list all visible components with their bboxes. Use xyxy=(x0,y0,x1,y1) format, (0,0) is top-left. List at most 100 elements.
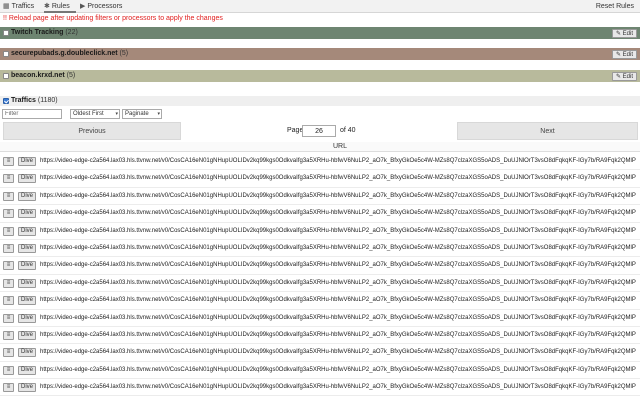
previous-page-button[interactable]: Previous xyxy=(3,122,181,140)
url-column-header: URL xyxy=(0,142,640,152)
rule-bar-krxd: beacon.krxd.net (5) ✎ Edit xyxy=(0,70,640,82)
row-menu-button[interactable]: ≡ xyxy=(3,226,14,236)
traffic-row: ≡ Dive https://video-edge-c2a564.lax03.hls… xyxy=(0,362,640,380)
row-menu-button[interactable]: ≡ xyxy=(3,313,14,323)
dive-button[interactable]: Dive xyxy=(18,261,36,271)
traffic-url[interactable]: https://video-edge-c2a564.lax03.hls.ttvn… xyxy=(40,275,638,292)
reset-rules-button[interactable]: Reset Rules xyxy=(596,0,634,13)
tab-processors[interactable]: ▶ Processors xyxy=(80,0,130,13)
dive-button[interactable]: Dive xyxy=(18,226,36,236)
row-menu-button[interactable]: ≡ xyxy=(3,243,14,253)
dive-button[interactable]: Dive xyxy=(18,383,36,393)
traffic-row: ≡ Dive https://video-edge-c2a564.lax03.hls… xyxy=(0,310,640,327)
dive-button[interactable]: Dive xyxy=(18,365,36,375)
paginate-value: Paginate xyxy=(125,111,149,117)
edit-button[interactable]: ✎ Edit xyxy=(611,72,637,81)
dive-button[interactable]: Dive xyxy=(18,191,36,201)
traffic-url[interactable]: https://video-edge-c2a564.lax03.hls.ttvn… xyxy=(40,257,638,274)
traffic-row: ≡ Dive https://video-edge-c2a564.lax03.hls… xyxy=(0,292,640,310)
dive-button[interactable]: Dive xyxy=(18,296,36,306)
page-total: of 40 xyxy=(340,127,356,134)
row-menu-button[interactable]: ≡ xyxy=(3,365,14,375)
rule-checkbox[interactable] xyxy=(3,51,9,57)
traffic-row: ≡ Dive https://video-edge-c2a564.lax03.hls… xyxy=(0,205,640,223)
row-menu-button[interactable]: ≡ xyxy=(3,383,14,393)
paginate-select[interactable]: Paginate ▾ xyxy=(122,109,162,119)
traffics-title: Traffics xyxy=(11,97,36,104)
gear-icon: ✱ xyxy=(44,3,50,10)
page-number-input[interactable] xyxy=(302,125,336,137)
row-menu-button[interactable]: ≡ xyxy=(3,330,14,340)
tab-label: Traffics xyxy=(11,3,35,10)
traffic-row: ≡ Dive https://video-edge-c2a564.lax03.hls… xyxy=(0,153,640,171)
traffic-url[interactable]: https://video-edge-c2a564.lax03.hls.ttvn… xyxy=(40,292,638,309)
traffic-list: ≡ Dive https://video-edge-c2a564.lax03.hls… xyxy=(0,153,640,397)
traffic-row: ≡ Dive https://video-edge-c2a564.lax03.hls… xyxy=(0,257,640,275)
traffic-url[interactable]: https://video-edge-c2a564.lax03.hls.ttvn… xyxy=(40,379,638,396)
dive-button[interactable]: Dive xyxy=(18,330,36,340)
traffics-header: Traffics (1180) xyxy=(0,96,640,106)
traffic-row: ≡ Dive https://video-edge-c2a564.lax03.hls… xyxy=(0,275,640,293)
row-menu-button[interactable]: ≡ xyxy=(3,174,14,184)
rule-checkbox[interactable] xyxy=(3,30,9,36)
sort-order-value: Oldest First xyxy=(73,111,104,117)
edit-button[interactable]: ✎ Edit xyxy=(611,29,637,38)
traffics-checkbox[interactable] xyxy=(3,98,9,104)
dive-button[interactable]: Dive xyxy=(18,348,36,358)
traffic-row: ≡ Dive https://video-edge-c2a564.lax03.hls… xyxy=(0,188,640,206)
traffics-count: (1180) xyxy=(37,97,58,104)
traffic-url[interactable]: https://video-edge-c2a564.lax03.hls.ttvn… xyxy=(40,240,638,257)
tab-label: Rules xyxy=(51,3,70,10)
chevron-down-icon: ▾ xyxy=(157,111,160,117)
rule-count: (5) xyxy=(66,72,76,79)
traffic-row: ≡ Dive https://video-edge-c2a564.lax03.hls… xyxy=(0,240,640,258)
rule-name: securepubads.g.doubleclick.net xyxy=(11,50,118,57)
row-menu-button[interactable]: ≡ xyxy=(3,296,14,306)
traffic-url[interactable]: https://video-edge-c2a564.lax03.hls.ttvn… xyxy=(40,188,638,205)
filter-input[interactable] xyxy=(2,109,62,119)
dive-button[interactable]: Dive xyxy=(18,174,36,184)
edit-button[interactable]: ✎ Edit xyxy=(611,50,637,59)
row-menu-button[interactable]: ≡ xyxy=(3,278,14,288)
traffic-url[interactable]: https://video-edge-c2a564.lax03.hls.ttvn… xyxy=(40,153,638,170)
rule-bar-twitch-tracking: Twitch Tracking (22) ✎ Edit xyxy=(0,27,640,39)
tab-traffics[interactable]: ▦ Traffics xyxy=(3,0,40,13)
play-icon: ▶ xyxy=(80,3,86,10)
rule-checkbox[interactable] xyxy=(3,73,9,79)
next-page-button[interactable]: Next xyxy=(457,122,638,140)
sort-order-select[interactable]: Oldest First ▾ xyxy=(70,109,120,119)
table-icon: ▦ xyxy=(3,3,10,10)
top-nav-bar: ▦ Traffics ✱ Rules ▶ Processors Reset Rules xyxy=(0,0,640,13)
page-label: Page xyxy=(287,127,304,134)
row-menu-button[interactable]: ≡ xyxy=(3,261,14,271)
rule-count: (22) xyxy=(65,29,78,36)
rule-bar-doubleclick: securepubads.g.doubleclick.net (5) ✎ Edi… xyxy=(0,48,640,60)
chevron-down-icon: ▾ xyxy=(115,111,118,117)
traffic-url[interactable]: https://video-edge-c2a564.lax03.hls.ttvn… xyxy=(40,170,638,187)
row-menu-button[interactable]: ≡ xyxy=(3,209,14,219)
pagination: Previous Page of 40 Next xyxy=(0,122,640,140)
traffic-url[interactable]: https://video-edge-c2a564.lax03.hls.ttvn… xyxy=(40,205,638,222)
traffic-url[interactable]: https://video-edge-c2a564.lax03.hls.ttvn… xyxy=(40,362,638,379)
rule-count: (5) xyxy=(119,50,129,57)
url-header-label: URL xyxy=(333,143,348,150)
reload-notice: !! Reload page after updating filters or… xyxy=(3,15,223,22)
traffic-row: ≡ Dive https://video-edge-c2a564.lax03.hls… xyxy=(0,223,640,240)
traffic-url[interactable]: https://video-edge-c2a564.lax03.hls.ttvn… xyxy=(40,223,638,240)
dive-button[interactable]: Dive xyxy=(18,209,36,219)
traffic-row: ≡ Dive https://video-edge-c2a564.lax03.hls… xyxy=(0,379,640,397)
traffic-url[interactable]: https://video-edge-c2a564.lax03.hls.ttvn… xyxy=(40,310,638,327)
traffic-row: ≡ Dive https://video-edge-c2a564.lax03.hls… xyxy=(0,344,640,362)
dive-button[interactable]: Dive xyxy=(18,243,36,253)
row-menu-button[interactable]: ≡ xyxy=(3,348,14,358)
row-menu-button[interactable]: ≡ xyxy=(3,191,14,201)
traffic-row: ≡ Dive https://video-edge-c2a564.lax03.hls… xyxy=(0,170,640,188)
row-menu-button[interactable]: ≡ xyxy=(3,157,14,166)
dive-button[interactable]: Dive xyxy=(18,157,36,166)
dive-button[interactable]: Dive xyxy=(18,313,36,323)
traffic-url[interactable]: https://video-edge-c2a564.lax03.hls.ttvn… xyxy=(40,327,638,344)
rule-name: beacon.krxd.net xyxy=(11,72,65,79)
traffic-url[interactable]: https://video-edge-c2a564.lax03.hls.ttvn… xyxy=(40,344,638,361)
tab-rules[interactable]: ✱ Rules xyxy=(44,0,76,13)
dive-button[interactable]: Dive xyxy=(18,278,36,288)
